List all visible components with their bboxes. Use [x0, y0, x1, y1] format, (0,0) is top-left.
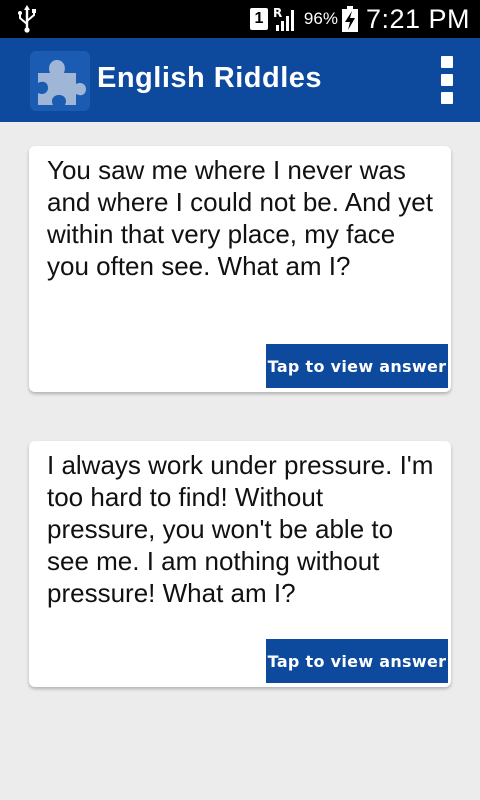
sim-icon: 1 [249, 8, 268, 30]
riddle-text: You saw me where I never was and where I… [47, 155, 433, 281]
riddle-card: I always work under pressure. I'm too ha… [29, 441, 451, 687]
view-answer-button[interactable]: Tap to view answer [266, 639, 448, 683]
overflow-menu-icon[interactable] [432, 54, 462, 106]
signal-icon: R [273, 6, 294, 31]
overflow-dot [441, 92, 453, 104]
view-answer-button[interactable]: Tap to view answer [266, 344, 448, 388]
overflow-dot [441, 74, 453, 86]
battery-charging-icon [341, 6, 358, 32]
puzzle-piece-icon [30, 51, 90, 111]
app-title: English Riddles [97, 62, 323, 94]
riddle-card: You saw me where I never was and where I… [29, 146, 451, 392]
status-bar: 1 R 96% 7:21 PM [0, 0, 480, 38]
roaming-label: R [273, 6, 282, 20]
battery-percent: 96% [303, 9, 338, 28]
usb-icon [18, 5, 36, 33]
clock: 7:21 PM [365, 3, 470, 34]
riddle-text: I always work under pressure. I'm too ha… [47, 450, 434, 608]
overflow-dot [441, 56, 453, 68]
app-bar: English Riddles [0, 38, 480, 122]
